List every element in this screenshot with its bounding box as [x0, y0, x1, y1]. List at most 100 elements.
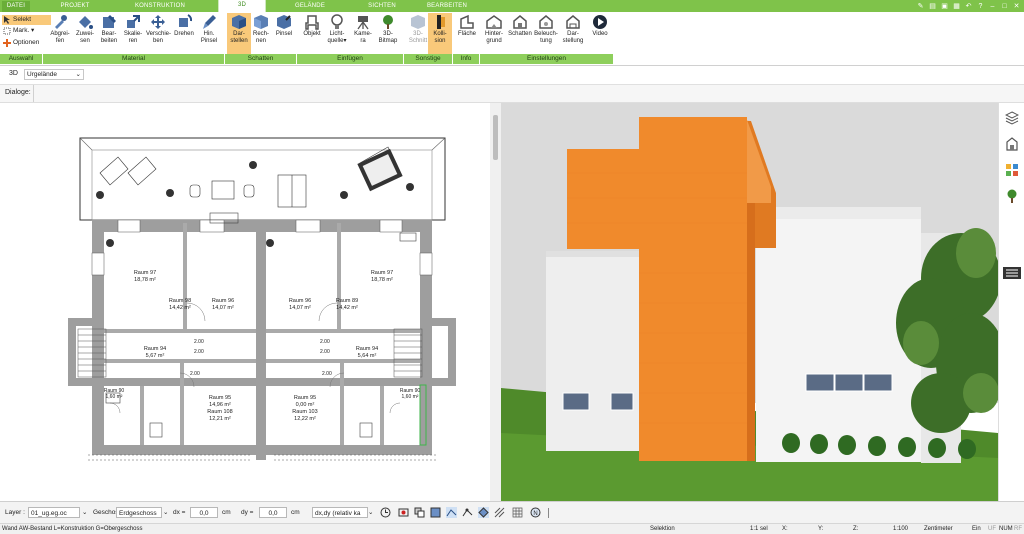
layers-stack-icon[interactable]: [430, 507, 441, 518]
dx-input[interactable]: 0,0: [190, 507, 218, 518]
close-icon[interactable]: ✕: [1013, 3, 1020, 10]
geschoss-select[interactable]: Erdgeschoss: [116, 507, 162, 518]
skalieren-button[interactable]: Skalie-ren: [121, 13, 145, 55]
snap-line-icon[interactable]: [446, 507, 457, 518]
dialog-row: Dialoge:: [0, 85, 1024, 103]
group-sonstige: Sonstige: [404, 54, 453, 64]
darstellen-button[interactable]: Dar-stellen: [227, 13, 251, 55]
room-area: 18,78 m²: [134, 277, 156, 283]
maximize-icon[interactable]: □: [1001, 3, 1008, 10]
dy-input[interactable]: 0,0: [259, 507, 287, 518]
kollision-button[interactable]: Kolli-sion: [428, 13, 452, 55]
beleuchtung-button[interactable]: Beleuch-tung: [534, 13, 558, 55]
layers-icon[interactable]: [1005, 111, 1019, 125]
room-label: Raum 97: [371, 270, 393, 276]
schatten-pinsel-button[interactable]: Pinsel: [272, 13, 296, 55]
snap-point-icon[interactable]: [462, 507, 473, 518]
tab-3d[interactable]: 3D: [218, 0, 266, 12]
floor-plan-drawing[interactable]: Raum 97 18,78 m² Raum 97 18,78 m² Raum 9…: [0, 103, 490, 501]
document-icon[interactable]: ▤: [929, 3, 936, 10]
3d-render[interactable]: [501, 103, 998, 501]
3d-bitmap-button[interactable]: 3D- Bitmap: [376, 13, 400, 55]
dimension-label: 2.00: [322, 371, 332, 377]
dx-label: dx =: [173, 509, 186, 516]
view-row: 3D Urgelände ⌄: [0, 66, 1024, 85]
darstellung-button[interactable]: Dar-stellung: [561, 13, 585, 55]
cursor-icon: [4, 16, 10, 24]
3d-view[interactable]: [501, 103, 998, 501]
tree-icon[interactable]: [1005, 189, 1019, 203]
room-area: 5,67 m²: [146, 353, 165, 359]
diamond-icon[interactable]: [478, 507, 489, 518]
minimize-icon[interactable]: –: [989, 3, 996, 10]
camera-tripod-icon: [357, 16, 369, 30]
grid-icon[interactable]: [512, 507, 523, 518]
house-light-icon: [539, 15, 553, 29]
brush-icon: [203, 15, 216, 29]
play-icon: [593, 15, 607, 29]
schatten-settings-button[interactable]: Schatten: [508, 13, 532, 55]
rotate-icon: [179, 14, 192, 27]
group-einfuegen: Einfügen: [297, 54, 404, 64]
cube-render-icon: [254, 15, 268, 29]
group-einstellungen: Einstellungen: [480, 54, 614, 64]
hatch-icon[interactable]: [494, 507, 505, 518]
area-icon: [460, 14, 474, 29]
tab-datei[interactable]: DATEI: [2, 1, 30, 12]
print-icon[interactable]: ▦: [953, 3, 960, 10]
zuweisen-button[interactable]: Zuwei-sen: [73, 13, 97, 55]
divider: [33, 85, 34, 102]
room-label: Raum 95: [209, 395, 231, 401]
layer-select[interactable]: 01_ug.eg.oc: [28, 507, 80, 518]
selekt-button[interactable]: Selekt: [2, 15, 51, 25]
scrollbar-thumb[interactable]: [493, 115, 498, 160]
tab-konstruktion[interactable]: KONSTRUKTION: [120, 1, 200, 12]
north-icon[interactable]: N: [530, 507, 541, 518]
section-cube-icon: [411, 15, 425, 29]
lichtquelle-button[interactable]: Licht-quelle▾: [325, 13, 349, 55]
coordinate-mode-select[interactable]: dx,dy (relativ ka: [312, 507, 368, 518]
tab-sichten[interactable]: SICHTEN: [360, 1, 404, 12]
record-icon[interactable]: [398, 507, 409, 518]
ribbon-tab-bar: DATEI PROJEKT KONSTRUKTION 3D GELÄNDE SI…: [0, 0, 1024, 12]
material-palette-icon[interactable]: [1005, 163, 1019, 177]
drehen-button[interactable]: Drehen: [172, 13, 196, 55]
right-sidebar: [998, 103, 1024, 501]
verschieben-button[interactable]: Verschie-ben: [146, 13, 171, 55]
optionen-button[interactable]: Optionen: [2, 38, 51, 48]
paint-bucket-icon: [79, 16, 93, 29]
shadow-brush-icon: [277, 15, 291, 29]
3d-schnitt-button[interactable]: 3D- Schnitt: [406, 13, 430, 55]
dimension-label: 2.00: [320, 339, 330, 345]
objekt-button[interactable]: Objekt: [300, 13, 324, 55]
rechnen-button[interactable]: Rech-nen: [249, 13, 273, 55]
floor-plan-view[interactable]: Raum 97 18,78 m² Raum 97 18,78 m² Raum 9…: [0, 103, 490, 501]
flaeche-button[interactable]: Fläche: [455, 13, 479, 55]
menu-icon[interactable]: [1003, 267, 1021, 279]
kamera-button[interactable]: Kame-ra: [351, 13, 375, 55]
pen-icon[interactable]: ✎: [917, 3, 924, 10]
edit-material-icon: [103, 15, 116, 28]
tab-gelaende[interactable]: GELÄNDE: [285, 1, 335, 12]
hintergrund-button[interactable]: Hinter-grund: [482, 13, 506, 55]
hin-pinsel-button[interactable]: Hin. Pinsel: [197, 13, 221, 55]
group-info: Info: [453, 54, 480, 64]
bearbeiten-button[interactable]: Bear-beiten: [97, 13, 121, 55]
move-icon: [151, 15, 165, 29]
terrain-select[interactable]: Urgelände ⌄: [24, 69, 84, 80]
undo-icon[interactable]: ↶: [965, 3, 972, 10]
tab-bearbeiten[interactable]: BEARBEITEN: [418, 1, 476, 12]
plan-scrollbar[interactable]: [490, 103, 501, 501]
house-shadow-icon: [513, 15, 527, 29]
room-label: Raum 89: [336, 298, 358, 304]
tab-projekt[interactable]: PROJEKT: [55, 1, 95, 12]
mark-button[interactable]: Mark. ▾: [2, 26, 51, 36]
building-icon[interactable]: [1005, 137, 1019, 151]
divider: [548, 508, 549, 518]
copy-icon[interactable]: [414, 507, 425, 518]
abgreifen-button[interactable]: Abgrei-fen: [48, 13, 72, 55]
video-button[interactable]: Video: [588, 13, 612, 55]
save-icon[interactable]: ▣: [941, 3, 948, 10]
clock-icon[interactable]: [380, 507, 391, 518]
help-icon[interactable]: ?: [977, 3, 984, 10]
